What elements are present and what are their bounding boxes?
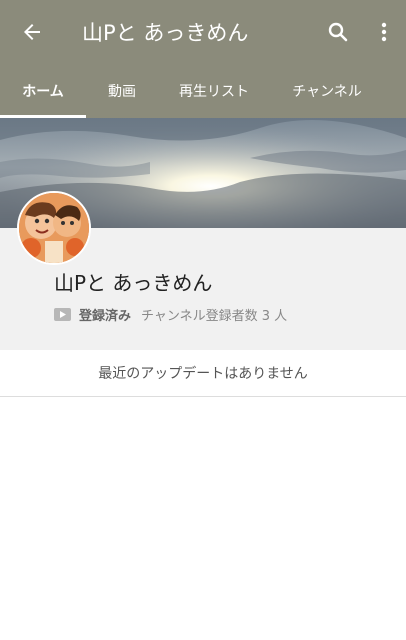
tab-label: 再生リスト: [179, 84, 249, 100]
subscriber-count: チャンネル登録者数 3 人: [141, 308, 288, 324]
tab-home[interactable]: ホーム: [0, 64, 86, 118]
tab-channels[interactable]: チャンネル: [270, 64, 384, 118]
tab-label: 動画: [108, 84, 136, 100]
back-button[interactable]: [12, 12, 52, 52]
subscription-status-row: 登録済み チャンネル登録者数 3 人: [54, 304, 287, 324]
tab-label: チャンネル: [292, 84, 362, 100]
channel-avatar[interactable]: [17, 191, 91, 265]
tab-videos[interactable]: 動画: [86, 64, 158, 118]
search-button[interactable]: [318, 12, 358, 52]
app-bar: 山Pと あっきめん ホーム 動画 再生リスト チャンネル: [0, 0, 406, 118]
tab-label: ホーム: [22, 84, 64, 100]
avatar-illustration: [19, 193, 89, 263]
empty-feed-message: 最近のアップデートはありません: [98, 366, 308, 382]
more-vertical-icon: [381, 22, 387, 42]
subscribed-label[interactable]: 登録済み: [79, 305, 131, 324]
search-icon: [328, 22, 348, 42]
tab-playlists[interactable]: 再生リスト: [158, 64, 270, 118]
section-divider: [0, 396, 406, 397]
page-title: 山Pと あっきめん: [82, 21, 249, 45]
tab-bar: ホーム 動画 再生リスト チャンネル: [0, 64, 406, 118]
subscribed-play-icon: [54, 307, 71, 321]
more-options-button[interactable]: [366, 12, 402, 52]
toolbar: 山Pと あっきめん: [0, 0, 406, 64]
channel-name: 山Pと あっきめん: [54, 271, 213, 295]
arrow-left-icon: [24, 24, 40, 40]
